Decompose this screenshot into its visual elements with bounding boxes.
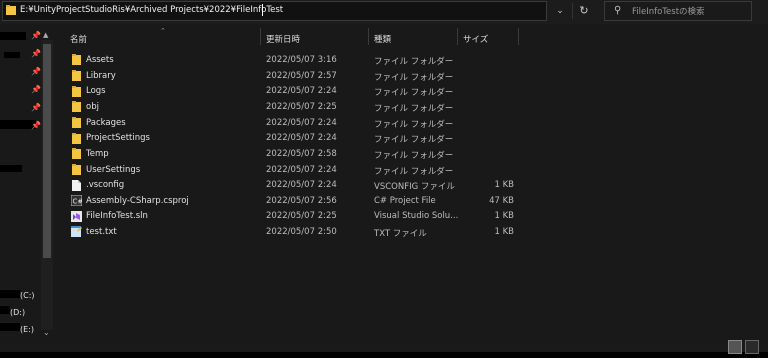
file-name[interactable]: Temp [86, 149, 109, 159]
drive-e[interactable]: (E:) [20, 325, 34, 334]
file-type: VSCONFIG ファイル [374, 182, 455, 192]
svg-text:C#: C# [73, 198, 83, 206]
column-divider[interactable] [518, 28, 519, 45]
folder-icon [72, 86, 81, 97]
file-size: 47 KB [489, 196, 514, 206]
file-type: ファイル フォルダー [374, 73, 454, 83]
column-header-name[interactable]: 名前 [70, 33, 87, 45]
redacted-label [0, 290, 20, 298]
file-date: 2022/05/07 3:16 [266, 55, 337, 65]
file-name[interactable]: obj [86, 102, 99, 112]
file-name[interactable]: FileInfoTest.sln [86, 211, 148, 221]
file-type: ファイル フォルダー [374, 88, 454, 98]
folder-icon [72, 133, 81, 144]
file-name[interactable]: Packages [86, 118, 126, 128]
file-date: 2022/05/07 2:25 [266, 211, 337, 221]
sort-ascending-icon: ⌃ [160, 27, 166, 35]
file-type: ファイル フォルダー [374, 57, 454, 67]
file-type: TXT ファイル [374, 229, 427, 239]
folder-icon [72, 54, 81, 65]
file-name[interactable]: test.txt [86, 227, 117, 237]
file-date: 2022/05/07 2:57 [266, 71, 337, 81]
folder-icon [72, 164, 81, 175]
folder-icon [72, 117, 81, 128]
folder-icon [72, 70, 81, 81]
pin-icon[interactable]: 📌 [31, 121, 41, 130]
file-date: 2022/05/07 2:56 [266, 196, 337, 206]
notepad-icon [71, 226, 82, 237]
file-date: 2022/05/07 2:58 [266, 149, 337, 159]
refresh-icon[interactable]: ↻ [572, 3, 595, 19]
file-date: 2022/05/07 2:24 [266, 180, 337, 190]
redacted-label [0, 165, 22, 172]
chevron-down-icon[interactable]: ⌄ [552, 3, 568, 19]
chevron-down-icon[interactable]: ⌄ [43, 328, 50, 337]
visual-studio-solution-icon [71, 211, 82, 222]
file-type: ファイル フォルダー [374, 120, 454, 130]
search-placeholder[interactable]: FileInfoTestの検索 [632, 5, 705, 17]
nav-scrollbar-thumb[interactable] [43, 44, 51, 258]
redacted-label [0, 323, 20, 331]
folder-icon [72, 148, 81, 159]
column-header-type[interactable]: 種類 [374, 33, 391, 45]
file-name[interactable]: Logs [86, 86, 106, 96]
file-type: ファイル フォルダー [374, 104, 454, 114]
details-view-icon[interactable] [728, 340, 742, 354]
folder-icon [6, 5, 16, 15]
file-size: 1 KB [494, 227, 514, 237]
file-type: ファイル フォルダー [374, 135, 454, 145]
chevron-up-icon[interactable]: ▲ [43, 31, 48, 39]
pin-icon[interactable]: 📌 [31, 85, 41, 94]
file-date: 2022/05/07 2:25 [266, 102, 337, 112]
column-divider[interactable] [457, 28, 458, 45]
file-date: 2022/05/07 2:24 [266, 86, 337, 96]
file-name[interactable]: ProjectSettings [86, 133, 150, 143]
pin-icon[interactable]: 📌 [31, 67, 41, 76]
file-name[interactable]: UserSettings [86, 165, 140, 175]
file-date: 2022/05/07 2:24 [266, 133, 337, 143]
folder-icon [72, 101, 81, 112]
file-size: 1 KB [494, 211, 514, 221]
column-header-size[interactable]: サイズ [463, 33, 488, 45]
file-type: ファイル フォルダー [374, 167, 454, 177]
large-icons-view-icon[interactable] [745, 340, 759, 354]
file-type: ファイル フォルダー [374, 151, 454, 161]
column-header-date[interactable]: 更新日時 [266, 33, 300, 45]
document-icon [72, 180, 81, 191]
redacted-label [0, 306, 10, 314]
pin-icon[interactable]: 📌 [31, 103, 41, 112]
redacted-label [4, 52, 20, 58]
file-date: 2022/05/07 2:24 [266, 118, 337, 128]
file-type: C# Project File [374, 196, 436, 206]
drive-c[interactable]: (C:) [20, 291, 35, 300]
file-name[interactable]: Assets [86, 55, 114, 65]
file-name[interactable]: Library [86, 71, 116, 81]
cropped-region [0, 352, 768, 358]
file-type: Visual Studio Solu... [374, 211, 459, 221]
search-icon: ⚲ [614, 5, 622, 16]
file-date: 2022/05/07 2:50 [266, 227, 337, 237]
pin-icon[interactable]: 📌 [31, 49, 41, 58]
redacted-label [0, 32, 26, 40]
file-size: 1 KB [494, 180, 514, 190]
csproj-icon: C# [70, 194, 83, 207]
file-name[interactable]: .vsconfig [86, 180, 124, 190]
drive-d[interactable]: (D:) [10, 308, 25, 317]
column-divider[interactable] [368, 28, 369, 45]
text-cursor [262, 4, 263, 16]
file-date: 2022/05/07 2:24 [266, 165, 337, 175]
file-name[interactable]: Assembly-CSharp.csproj [86, 196, 189, 206]
address-path[interactable]: E:¥UnityProjectStudioRis¥Archived Projec… [20, 5, 283, 15]
column-divider[interactable] [260, 28, 261, 45]
pin-icon[interactable]: 📌 [31, 31, 41, 40]
